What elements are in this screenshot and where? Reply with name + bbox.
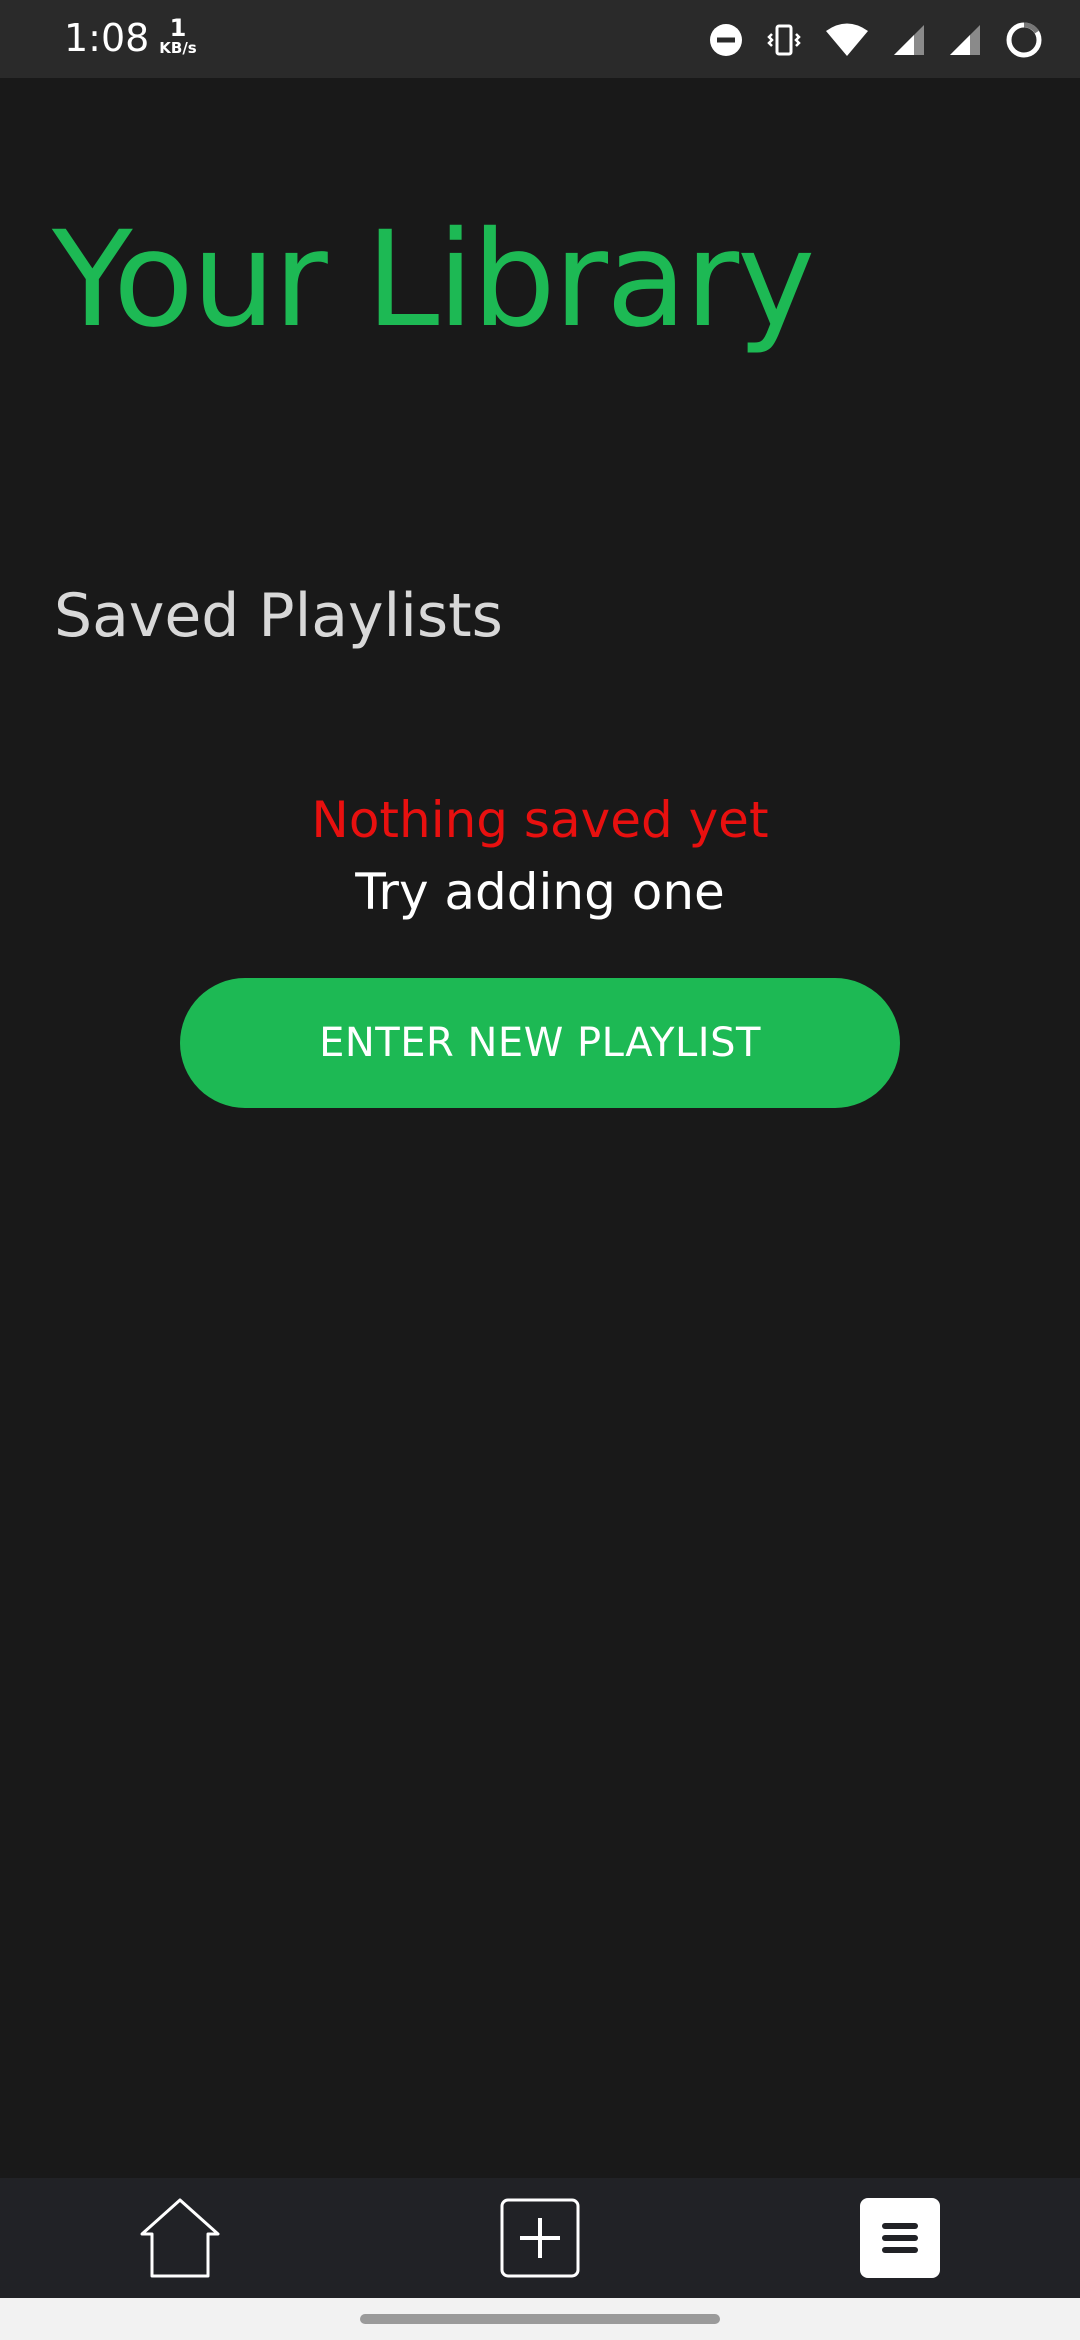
do-not-disturb-icon — [708, 22, 744, 58]
menu-icon — [860, 2198, 940, 2282]
nav-menu-button[interactable] — [858, 2198, 942, 2282]
status-bar: 1:08 1 KB/s — [0, 0, 1080, 78]
battery-icon — [1004, 20, 1044, 60]
vibrate-icon — [766, 22, 802, 58]
add-icon — [500, 2198, 580, 2282]
home-icon — [138, 2196, 222, 2284]
network-speed: 1 KB/s — [156, 16, 200, 56]
wifi-icon — [824, 22, 870, 58]
cell-signal-1-icon — [892, 23, 926, 57]
enter-new-playlist-button[interactable]: ENTER NEW PLAYLIST — [180, 978, 900, 1108]
network-speed-value: 1 — [169, 14, 187, 42]
status-icons — [708, 18, 1044, 62]
gesture-handle[interactable] — [360, 2314, 720, 2324]
nav-home-button[interactable] — [138, 2198, 222, 2282]
status-time: 1:08 — [64, 16, 150, 60]
bottom-navigation — [0, 2178, 1080, 2298]
section-title-saved-playlists: Saved Playlists — [54, 581, 503, 651]
cell-signal-2-icon — [948, 23, 982, 57]
page-title: Your Library — [52, 203, 815, 357]
network-speed-unit: KB/s — [159, 39, 197, 57]
gesture-area — [0, 2298, 1080, 2340]
empty-state-title: Nothing saved yet — [311, 791, 769, 849]
empty-state-subtitle: Try adding one — [355, 863, 725, 921]
nav-add-button[interactable] — [498, 2198, 582, 2282]
